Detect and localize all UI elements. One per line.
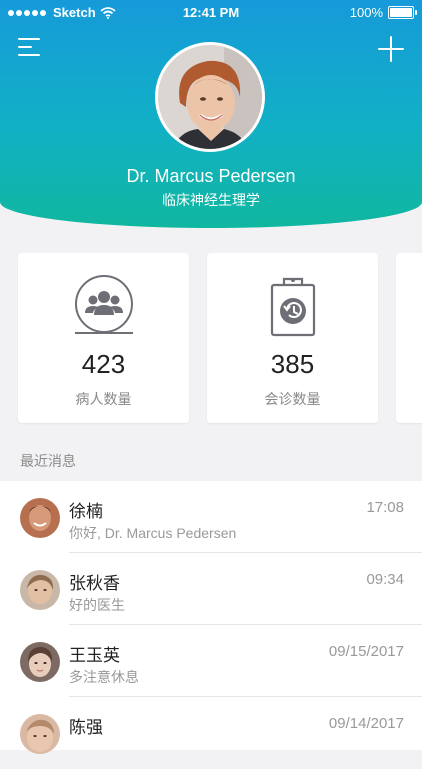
message-preview: 多注意休息 (69, 669, 139, 685)
contact-name: 王玉英 (69, 646, 120, 665)
add-button[interactable] (378, 36, 404, 62)
message-time: 09/14/2017 (328, 715, 404, 732)
contact-avatar (20, 498, 60, 538)
status-right: 100% (349, 5, 417, 20)
consultation-count: 385 (270, 349, 315, 379)
menu-button[interactable] (18, 38, 40, 56)
stat-card-partial[interactable] (396, 253, 422, 423)
message-time: 09:34 (366, 571, 404, 588)
message-preview: 好的医生 (69, 597, 125, 613)
contact-name: 陈强 (69, 718, 103, 737)
message-list: 徐楠 你好, Dr. Marcus Pedersen 17:08 张秋香 好的医… (0, 481, 422, 754)
patient-count: 423 (81, 349, 126, 379)
battery-percent: 100% (349, 5, 383, 20)
message-time: 09/15/2017 (328, 643, 404, 660)
doctor-name: Dr. Marcus Pedersen (126, 166, 296, 186)
contact-name: 徐楠 (69, 502, 103, 521)
patient-count-label: 病人数量 (75, 391, 132, 407)
contact-avatar (20, 714, 60, 754)
recent-messages-title: 最近消息 (20, 453, 76, 469)
consultation-count-label: 会诊数量 (264, 391, 321, 407)
stat-card-consultations[interactable]: 385 会诊数量 (207, 253, 378, 423)
message-item[interactable]: 张秋香 好的医生 09:34 (0, 553, 422, 625)
stat-card-patients[interactable]: 423 病人数量 (18, 253, 189, 423)
contact-avatar (20, 642, 60, 682)
doctor-avatar[interactable] (155, 42, 265, 152)
message-item[interactable]: 王玉英 多注意休息 09/15/2017 (0, 625, 422, 697)
message-item[interactable]: 徐楠 你好, Dr. Marcus Pedersen 17:08 (0, 481, 422, 553)
contact-avatar (20, 570, 60, 610)
profile-header: Sketch 12:41 PM 100% Dr. Marcus Pedersen… (0, 0, 422, 228)
message-preview: 你好, Dr. Marcus Pedersen (69, 525, 237, 541)
message-time: 17:08 (366, 499, 404, 516)
battery-icon (388, 6, 417, 19)
patients-icon (74, 275, 133, 334)
doctor-department: 临床神经生理学 (162, 192, 260, 208)
status-bar: Sketch 12:41 PM 100% (0, 0, 422, 24)
message-item[interactable]: 陈强 09/14/2017 (0, 697, 422, 769)
consultation-clipboard-icon (270, 277, 315, 337)
contact-name: 张秋香 (69, 574, 120, 593)
